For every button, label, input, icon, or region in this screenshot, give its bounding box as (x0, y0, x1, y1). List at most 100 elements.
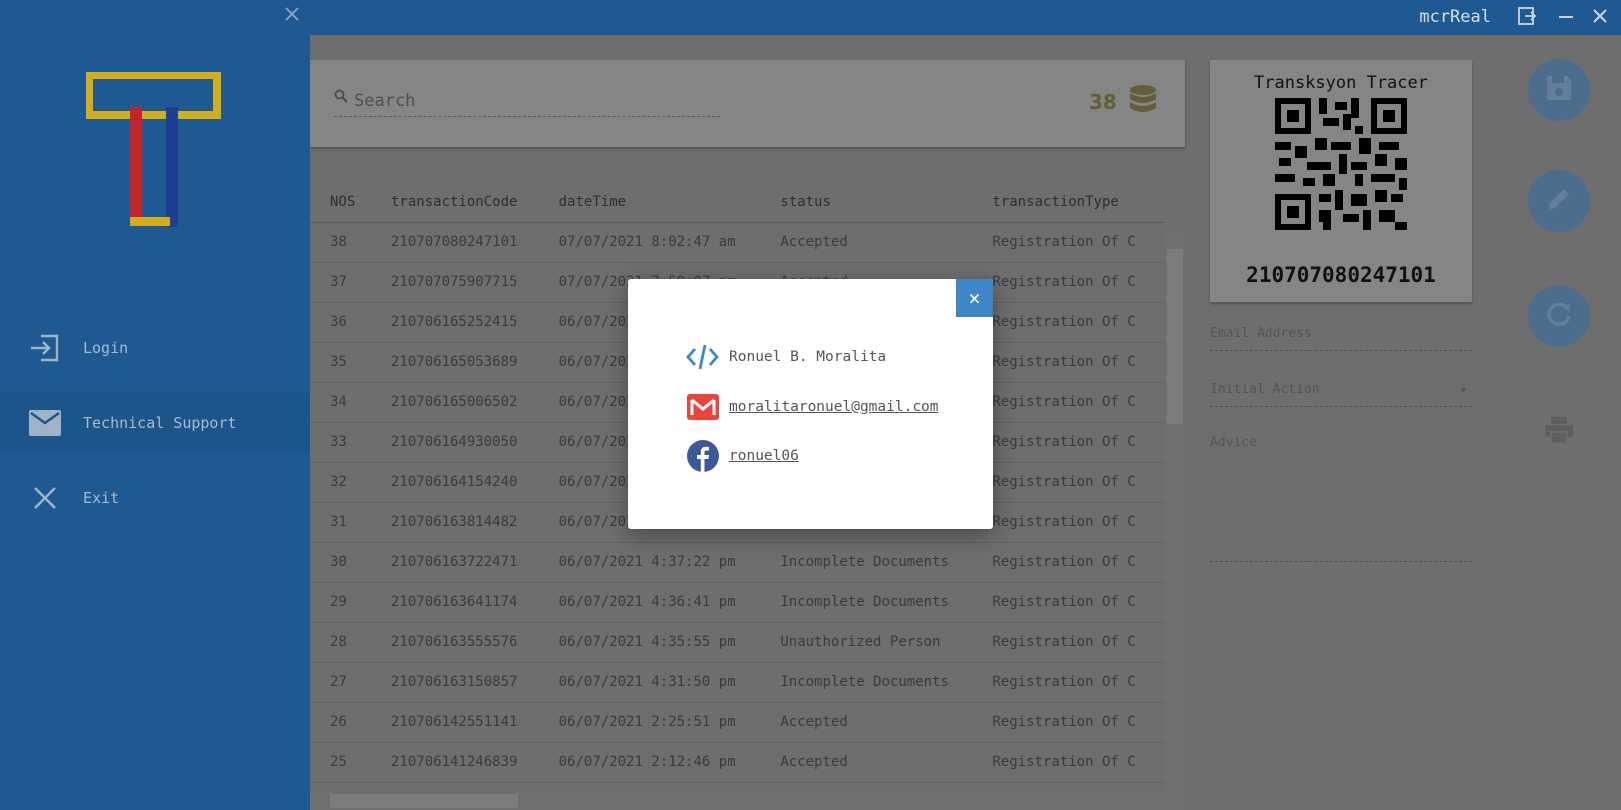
cell-status: Incomplete Documents (760, 542, 973, 583)
cell-status: Incomplete Documents (760, 582, 973, 623)
cell-transaction-code: 210707075907715 (371, 262, 539, 303)
cell-nos: 26 (310, 702, 371, 743)
logout-icon[interactable] (1516, 6, 1538, 28)
sidebar-item-label: Technical Support (83, 414, 237, 432)
cell-transaction-type: Registration Of C (972, 262, 1165, 303)
cell-date-time: 06/07/2021 4:31:50 pm (538, 662, 761, 703)
record-count: 38 (1089, 90, 1117, 114)
cell-transaction-type: Registration Of C (972, 622, 1165, 663)
cell-transaction-code: 210706165053689 (371, 342, 539, 383)
column-header-status[interactable]: status (760, 182, 973, 223)
cell-transaction-type: Registration Of C (972, 222, 1165, 263)
save-button[interactable] (1528, 59, 1590, 121)
cell-nos: 36 (310, 302, 371, 343)
cell-nos: 29 (310, 582, 371, 623)
cell-date-time: 06/07/2021 4:35:55 pm (538, 622, 761, 663)
email-field[interactable]: Email Address (1210, 326, 1472, 351)
scrollbar-thumb[interactable] (1167, 249, 1183, 424)
initial-action-select[interactable]: Initial Action ▼ (1210, 382, 1472, 407)
cell-transaction-type: Registration Of C (972, 742, 1165, 783)
cell-nos: 32 (310, 462, 371, 503)
cell-transaction-code: 210706163814482 (371, 502, 539, 543)
table-row[interactable]: 25 210706141246839 06/07/2021 2:12:46 pm Ac… (310, 742, 1165, 783)
table-row[interactable]: 38 210707080247101 07/07/2021 8:02:47 am Ac… (310, 222, 1165, 263)
sidebar-item-login[interactable]: Login (0, 318, 310, 378)
email-row: moralitaronuel@gmail.com (686, 390, 939, 423)
advice-placeholder: Advice (1210, 435, 1257, 450)
mail-icon (28, 406, 62, 440)
sidebar-item-technical-support[interactable]: Technical Support (0, 393, 310, 453)
developer-name: Ronuel B. Moralita (729, 348, 887, 365)
cell-transaction-type: Registration Of C (972, 302, 1165, 343)
email-link[interactable]: moralitaronuel@gmail.com (729, 399, 939, 415)
table-row[interactable]: 29 210706163641174 06/07/2021 4:36:41 pm In… (310, 582, 1165, 623)
login-icon (28, 331, 62, 365)
cell-nos: 27 (310, 662, 371, 703)
app-logo (86, 72, 221, 227)
vertical-scrollbar[interactable] (1165, 232, 1185, 810)
cell-transaction-code: 210706163722471 (371, 542, 539, 583)
print-button[interactable] (1528, 401, 1590, 463)
cell-transaction-type: Registration Of C (972, 462, 1165, 503)
cell-transaction-code: 210707080247101 (371, 222, 539, 263)
cell-nos: 37 (310, 262, 371, 303)
qr-code-image (1275, 98, 1407, 230)
code-icon (686, 340, 719, 373)
cell-transaction-type: Registration Of C (972, 342, 1165, 383)
cell-transaction-type: Registration Of C (972, 702, 1165, 743)
cell-transaction-code: 210706141246839 (371, 742, 539, 783)
cell-transaction-code: 210706164154240 (371, 462, 539, 503)
cell-nos: 31 (310, 502, 371, 543)
column-header-transaction-code[interactable]: transactionCode (371, 182, 539, 223)
email-placeholder: Email Address (1210, 326, 1312, 341)
refresh-icon (1545, 300, 1573, 332)
advice-textarea[interactable]: Advice (1210, 435, 1472, 562)
cell-transaction-type: Registration Of C (972, 502, 1165, 543)
close-window-icon[interactable] (1589, 6, 1611, 28)
cell-date-time: 06/07/2021 2:12:46 pm (538, 742, 761, 783)
column-header-date-time[interactable]: dateTime (538, 182, 761, 223)
minimize-icon[interactable] (1555, 6, 1577, 28)
cell-nos: 28 (310, 622, 371, 663)
cell-date-time: 06/07/2021 4:37:22 pm (538, 542, 761, 583)
sidebar-close-icon[interactable] (280, 4, 304, 29)
table-row[interactable]: 26 210706142551141 06/07/2021 2:25:51 pm Ac… (310, 702, 1165, 743)
tracer-title: Transksyon Tracer (1254, 73, 1428, 93)
cell-status: Accepted (760, 742, 973, 783)
sidebar-item-label: Login (83, 339, 129, 357)
cell-transaction-code: 210706165252415 (371, 302, 539, 343)
facebook-link[interactable]: ronuel06 (729, 448, 799, 464)
sidebar-item-exit[interactable]: Exit (0, 468, 310, 528)
cell-transaction-code: 210706163555576 (371, 622, 539, 663)
dialog-close-button[interactable]: × (956, 279, 993, 317)
facebook-icon (686, 439, 719, 472)
cell-nos: 25 (310, 742, 371, 783)
chevron-down-icon: ▼ (1460, 386, 1466, 396)
edit-button[interactable] (1528, 170, 1590, 232)
cell-nos: 34 (310, 382, 371, 423)
sidebar-item-label: Exit (83, 489, 120, 507)
gmail-icon (686, 390, 719, 423)
transaction-code: 210707080247101 (1246, 263, 1436, 287)
cell-nos: 38 (310, 222, 371, 263)
cell-transaction-type: Registration Of C (972, 382, 1165, 423)
cell-nos: 35 (310, 342, 371, 383)
horizontal-scrollbar[interactable] (310, 792, 1165, 810)
column-header-transaction-type[interactable]: transactionType (972, 182, 1165, 223)
table-row[interactable]: 30 210706163722471 06/07/2021 4:37:22 pm In… (310, 542, 1165, 583)
search-card: 38 (310, 60, 1185, 147)
cell-nos: 33 (310, 422, 371, 463)
table-header-row: NOS transactionCode dateTime status tran… (310, 182, 1165, 223)
refresh-button[interactable] (1528, 285, 1590, 347)
facebook-row: ronuel06 (686, 439, 799, 472)
table-row[interactable]: 28 210706163555576 06/07/2021 4:35:55 pm Un… (310, 622, 1165, 663)
table-row[interactable]: 27 210706163150857 06/07/2021 4:31:50 pm In… (310, 662, 1165, 703)
cell-transaction-type: Registration Of C (972, 662, 1165, 703)
cell-transaction-code: 210706163641174 (371, 582, 539, 623)
column-header-nos[interactable]: NOS (310, 182, 371, 223)
search-input[interactable] (334, 85, 720, 117)
scrollbar-thumb[interactable] (330, 794, 518, 808)
cell-date-time: 06/07/2021 2:25:51 pm (538, 702, 761, 743)
cell-transaction-code: 210706142551141 (371, 702, 539, 743)
cell-status: Accepted (760, 702, 973, 743)
